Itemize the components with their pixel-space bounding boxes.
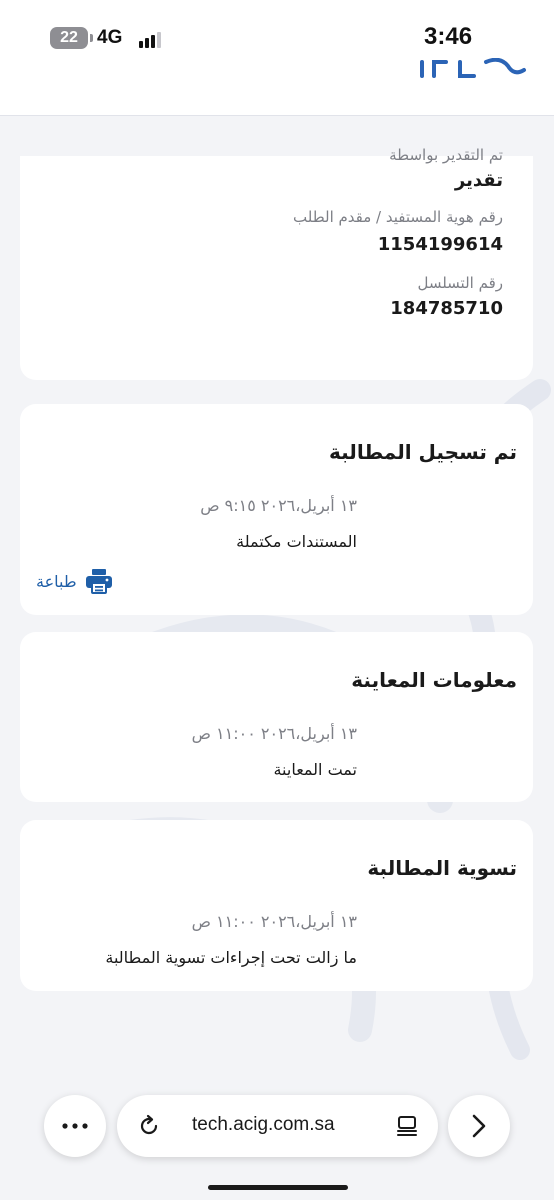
assessor-label: تم التقدير بواسطة	[389, 146, 503, 164]
print-label: طباعة	[36, 571, 77, 591]
status-time: 3:46	[424, 23, 473, 50]
print-button[interactable]: طباعة	[36, 568, 113, 594]
beneficiary-id-value: 1154199614	[377, 234, 503, 255]
home-indicator	[208, 1185, 348, 1190]
ellipsis-icon	[62, 1123, 88, 1129]
more-button[interactable]	[44, 1095, 106, 1157]
forward-button[interactable]	[448, 1095, 510, 1157]
card-title: معلومات المعاينة	[351, 668, 517, 692]
address-bar[interactable]: tech.acig.com.sa	[117, 1095, 438, 1157]
signal-icon	[139, 32, 163, 48]
browser-toolbar: tech.acig.com.sa	[0, 1085, 554, 1200]
chevron-right-icon	[472, 1114, 486, 1138]
timeline-card-registered: تم تسجيل المطالبة ١٣ أبريل،٢٠٢٦ ٩:١٥ ص ا…	[20, 404, 533, 615]
logo-fragment-icon	[420, 58, 526, 78]
timeline-card-settlement: تسوية المطالبة ١٣ أبريل،٢٠٢٦ ١١:٠٠ ص ما …	[20, 820, 533, 991]
assessor-value: تقدير	[454, 170, 503, 191]
card-date: ١٣ أبريل،٢٠٢٦ ٩:١٥ ص	[200, 496, 357, 515]
card-status: المستندات مكتملة	[236, 532, 357, 551]
printer-icon	[85, 569, 112, 594]
timeline-card-inspection: معلومات المعاينة ١٣ أبريل،٢٠٢٦ ١١:٠٠ ص ت…	[20, 632, 533, 802]
card-date: ١٣ أبريل،٢٠٢٦ ١١:٠٠ ص	[191, 912, 357, 931]
reload-icon[interactable]	[137, 1114, 161, 1138]
card-title: تم تسجيل المطالبة	[329, 440, 517, 464]
card-date: ١٣ أبريل،٢٠٢٦ ١١:٠٠ ص	[191, 724, 357, 743]
page-header	[0, 58, 554, 116]
claim-info-card: تم التقدير بواسطة تقدير رقم هوية المستفي…	[20, 146, 533, 380]
card-status: ما زالت تحت إجراءات تسوية المطالبة	[105, 948, 357, 967]
battery-indicator: 22	[50, 27, 93, 49]
reader-icon[interactable]	[395, 1114, 419, 1138]
card-status: تمت المعاينة	[273, 760, 357, 779]
network-type: 4G	[97, 27, 123, 48]
serial-number-label: رقم التسلسل	[417, 274, 503, 292]
beneficiary-id-label: رقم هوية المستفيد / مقدم الطلب	[293, 208, 503, 226]
card-title: تسوية المطالبة	[367, 856, 517, 880]
serial-number-value: 184785710	[390, 298, 503, 319]
url-text: tech.acig.com.sa	[192, 1114, 335, 1135]
